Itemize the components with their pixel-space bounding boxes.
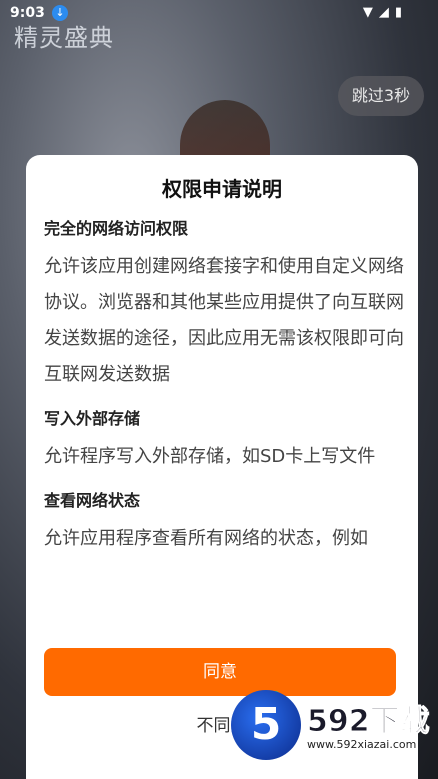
game-logo: 精灵盛典 [14, 24, 114, 52]
permission-description: 允许该应用创建网络套接字和使用自定义网络协议。浏览器和其他某些应用提供了向互联网… [44, 256, 404, 385]
permission-item: 完全的网络访问权限 允许该应用创建网络套接字和使用自定义网络协议。浏览器和其他某… [44, 215, 406, 393]
watermark-url: www.592xiazai.com [307, 738, 417, 751]
watermark: 5 592下载 www.592xiazai.com [225, 680, 438, 779]
permission-title: 查看网络状态 [44, 491, 141, 510]
permission-description: 允许程序写入外部存储，如SD卡上写文件 [44, 446, 376, 467]
watermark-logo-icon: 5 [231, 690, 301, 760]
permission-title: 写入外部存储 [44, 409, 141, 428]
watermark-brand: 592下载 [307, 704, 431, 740]
wifi-icon: ▼ [362, 5, 379, 20]
permission-item: 查看网络状态 允许应用程序查看所有网络的状态，例如 [44, 487, 406, 557]
dialog-title: 权限申请说明 [162, 177, 282, 201]
signal-icon: ◢ [378, 5, 395, 20]
system-icons: ▼◢▮ [363, 5, 408, 20]
permission-item: 写入外部存储 允许程序写入外部存储，如SD卡上写文件 [44, 405, 406, 475]
skip-button[interactable]: 跳过3秒 [338, 76, 424, 116]
permission-description: 允许应用程序查看所有网络的状态，例如 [44, 528, 368, 549]
permission-list[interactable]: 完全的网络访问权限 允许该应用创建网络套接字和使用自定义网络协议。浏览器和其他某… [44, 215, 406, 635]
permission-title: 完全的网络访问权限 [44, 219, 189, 238]
battery-icon: ▮ [394, 5, 408, 20]
